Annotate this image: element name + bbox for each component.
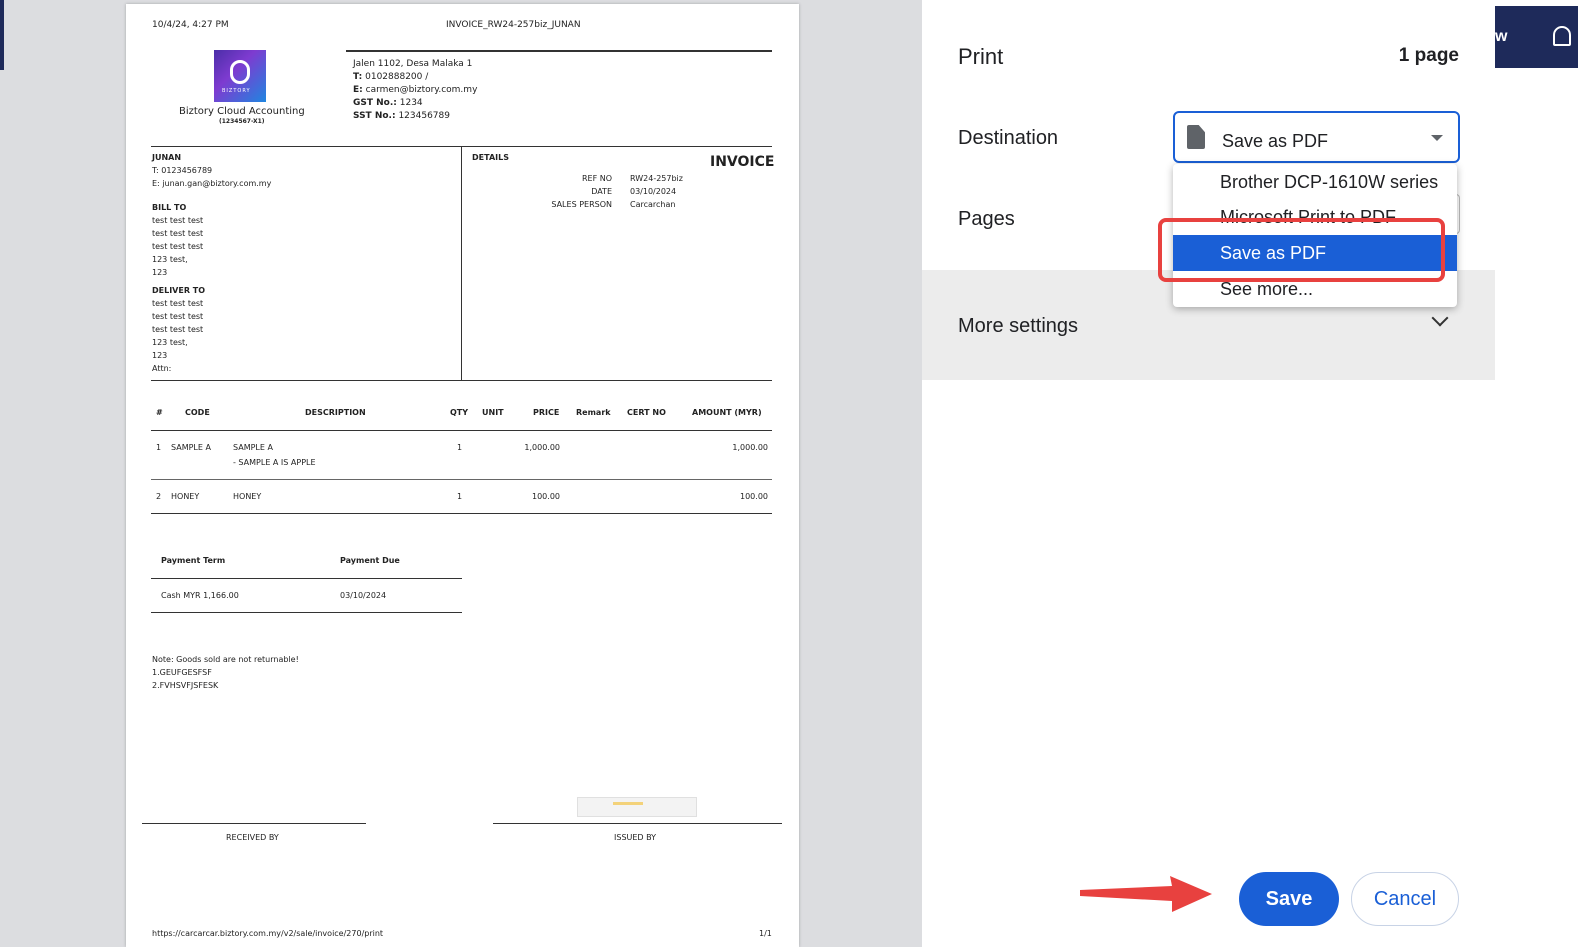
app-bar-text: w: [1495, 28, 1508, 45]
invoice-page: 10/4/24, 4:27 PM INVOICE_RW24-257biz_JUN…: [126, 4, 799, 947]
background-app-header: w: [1495, 6, 1578, 68]
footer-url: https://carcarcar.biztory.com.my/v2/sale…: [152, 929, 384, 938]
col-cert: CERT NO: [627, 408, 666, 417]
option-brother-printer[interactable]: Brother DCP-1610W series: [1173, 164, 1457, 200]
caret-down-icon: [1431, 135, 1443, 141]
company-logo: BIZTORY: [214, 50, 266, 102]
payment-term: Cash MYR 1,166.00: [161, 591, 239, 600]
received-by-label: RECEIVED BY: [226, 833, 279, 842]
destination-label: Destination: [958, 127, 1059, 149]
col-qty: QTY: [450, 408, 469, 417]
col-desc: DESCRIPTION: [305, 408, 366, 417]
print-settings-panel: Print 1 page Destination Pages More sett…: [922, 0, 1495, 947]
pages-label: Pages: [958, 208, 1015, 230]
col-remark: Remark: [576, 408, 611, 417]
destination-value: Save as PDF: [1222, 131, 1329, 151]
customer-block: JUNAN T: 0123456789 E: junan.gan@biztory…: [152, 153, 272, 188]
details-labels: REF NO DATE SALES PERSON: [551, 174, 612, 209]
notes: Note: Goods sold are not returnable! 1.G…: [152, 655, 299, 690]
col-amount: AMOUNT (MYR): [692, 408, 762, 417]
print-title: Print: [958, 44, 1004, 69]
destination-select[interactable]: Save as PDF: [1173, 111, 1460, 163]
save-button[interactable]: Save: [1239, 872, 1339, 926]
company-name: Biztory Cloud Accounting: [179, 106, 305, 117]
annotation-highlight-box: [1158, 218, 1445, 282]
header-datetime: 10/4/24, 4:27 PM: [152, 20, 229, 30]
bill-to-block: BILL TO test test test test test test te…: [152, 203, 204, 277]
header-title: INVOICE_RW24-257biz_JUNAN: [446, 20, 581, 30]
invoice-title: INVOICE: [710, 154, 775, 170]
issued-by-label: ISSUED BY: [614, 833, 657, 842]
payment-term-label: Payment Term: [161, 556, 226, 565]
payment-due: 03/10/2024: [340, 591, 387, 600]
company-address-block: Jalen 1102, Desa Malaka 1 T: 0102888200 …: [353, 59, 478, 121]
table-row: 2: [156, 492, 162, 501]
col-price: PRICE: [533, 408, 560, 417]
col-num: #: [156, 408, 163, 417]
document-icon: [1187, 125, 1205, 149]
col-unit: UNIT: [482, 408, 504, 417]
print-preview-area: 10/4/24, 4:27 PM INVOICE_RW24-257biz_JUN…: [0, 0, 922, 947]
col-code: CODE: [185, 408, 210, 417]
more-settings-label: More settings: [958, 315, 1079, 337]
chevron-down-icon[interactable]: [1431, 309, 1449, 327]
background-app-edge: [0, 0, 4, 70]
payment-due-label: Payment Due: [340, 556, 400, 565]
annotation-arrow-icon: [1080, 876, 1212, 912]
company-reg: (1234567-X1): [219, 118, 265, 125]
table-row: 1: [156, 443, 162, 452]
signature-stamp-image: [577, 797, 697, 817]
page-count: 1 page: [1398, 45, 1459, 66]
details-values: RW24-257biz 03/10/2024 Carcarchan: [630, 174, 683, 209]
footer-page: 1/1: [759, 929, 772, 938]
deliver-to-block: DELIVER TO test test test test test test…: [152, 286, 206, 373]
cancel-button[interactable]: Cancel: [1351, 872, 1459, 926]
bell-icon[interactable]: [1553, 26, 1571, 46]
details-label: DETAILS: [472, 153, 509, 162]
